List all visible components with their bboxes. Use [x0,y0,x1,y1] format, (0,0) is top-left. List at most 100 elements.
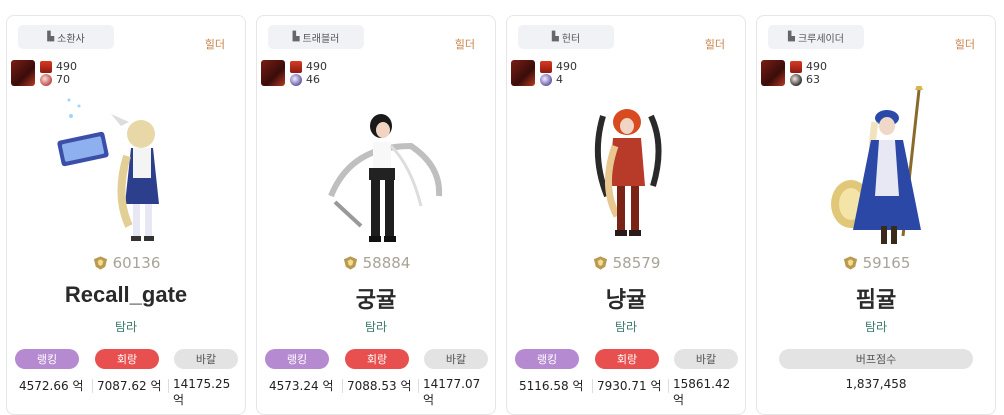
stat-secondary: 70 [56,73,70,86]
score-display: 60136 [7,254,245,272]
bakal-badge[interactable]: 바칼 [424,349,488,369]
role-label: 힐더 [704,38,725,51]
medal-icon [343,256,357,270]
job-icon: ▙ [47,32,55,42]
title-item-icon [790,61,802,73]
job-icon: ▙ [292,32,300,42]
stat-secondary: 4 [556,73,563,86]
role-label: 힐더 [204,38,225,51]
job-label: 헌터 [561,33,581,45]
bakal-value: 14177.07 억 [423,377,481,407]
bakal-badge[interactable]: 바칼 [174,349,238,369]
corridor-badge[interactable]: 회랑 [345,349,409,369]
job-label: 소환사 [57,33,85,45]
bakal-badge[interactable]: 바칼 [674,349,738,369]
score-display: 59165 [757,254,995,272]
buff-score-value: 1,837,458 [845,377,907,391]
traveler-sprite [328,114,443,242]
character-sprite [328,114,443,242]
medal-icon [843,256,857,270]
ranking-value: 4573.24 억 [269,379,334,393]
aura-item-icon [290,74,302,86]
ranking-badge[interactable]: 랭킹 [265,349,329,369]
divider [418,379,419,393]
metric-values: 4573.24 억 7088.53 억 14177.07 억 [267,377,495,407]
character-name: 냥귤 [605,287,647,312]
stat-primary: 490 [56,60,77,73]
metric-values: 1,837,458 [757,377,995,397]
character-name: Recall_gate [64,282,188,307]
aura-item-icon [40,74,52,86]
job-badge: ▙ 크루세이더 [768,25,864,49]
ranking-badge[interactable]: 랭킹 [515,349,579,369]
score-value: 58579 [612,254,661,272]
divider [342,379,343,393]
character-name: 궁귤 [355,287,397,312]
job-label: 크루세이더 [797,33,844,45]
hunter-sprite [594,109,662,236]
title-item-icon [540,61,552,73]
character-card[interactable]: ▙ 소환사 힐더 490 70 60136 Recall_gate 탐라 랭킹 … [6,15,246,415]
creature-avatar-icon [261,60,285,86]
score-display: 58884 [257,254,495,272]
stat-primary: 490 [806,60,827,73]
medal-icon [593,256,607,270]
server-name: 탐라 [614,320,638,334]
aura-item-icon [540,74,552,86]
score-value: 58884 [362,254,411,272]
aura-item-icon [790,74,802,86]
divider [668,379,669,393]
buff-score-badge[interactable]: 버프점수 [779,349,973,369]
metric-values: 5116.58 억 7930.71 억 15861.42 억 [517,377,745,407]
summoner-sprite [57,98,159,241]
title-item-icon [290,61,302,73]
title-item-icon [40,61,52,73]
corridor-badge[interactable]: 회랑 [595,349,659,369]
corridor-badge[interactable]: 회랑 [95,349,159,369]
job-badge: ▙ 소환사 [18,25,114,49]
server-name: 탐라 [114,320,138,334]
stat-secondary: 46 [306,73,320,86]
ranking-value: 4572.66 억 [19,379,84,393]
ranking-badge[interactable]: 랭킹 [15,349,79,369]
job-icon: ▙ [551,32,559,42]
score-value: 60136 [112,254,161,272]
score-display: 58579 [507,254,745,272]
stat-primary: 490 [306,60,327,73]
score-value: 59165 [862,254,911,272]
divider [592,379,593,393]
metric-tabs: 랭킹 회랑 바칼 [15,349,245,373]
job-badge: ▙ 트래블러 [268,25,364,49]
character-card-row: ▙ 소환사 힐더 490 70 60136 Recall_gate 탐라 랭킹 … [0,0,1004,415]
character-card[interactable]: ▙ 트래블러 힐더 490 46 58884 궁귤 탐라 랭킹 회랑 바칼 45… [256,15,496,415]
metric-tabs: 랭킹 회랑 바칼 [515,349,745,373]
divider [168,379,169,393]
bakal-value: 15861.42 억 [673,377,731,407]
role-label: 힐더 [954,38,975,51]
character-sprite [831,86,923,244]
divider [92,379,93,393]
server-name: 탐라 [864,320,888,334]
bakal-value: 14175.25 억 [173,377,231,407]
character-name: 핌귤 [855,287,897,312]
metric-tabs: 랭킹 회랑 바칼 [265,349,495,373]
creature-avatar-icon [511,60,535,86]
stat-secondary: 63 [806,73,820,86]
character-sprite [57,98,159,241]
ranking-value: 5116.58 억 [519,379,584,393]
job-label: 트래블러 [302,33,340,45]
role-label: 힐더 [454,38,475,51]
character-card[interactable]: ▙ 헌터 힐더 490 4 58579 냥귤 탐라 랭킹 회랑 바칼 5116.… [506,15,746,415]
crusader-sprite [831,86,923,244]
corridor-value: 7930.71 억 [597,379,662,393]
metric-values: 4572.66 억 7087.62 억 14175.25 억 [17,377,245,407]
creature-avatar-icon [11,60,35,86]
metric-tabs: 버프점수 [757,349,995,373]
character-sprite [594,109,662,236]
stat-primary: 490 [556,60,577,73]
corridor-value: 7087.62 억 [97,379,162,393]
creature-avatar-icon [761,60,785,86]
job-badge: ▙ 헌터 [518,25,614,49]
medal-icon [93,256,107,270]
character-card[interactable]: ▙ 크루세이더 힐더 490 63 59165 핌귤 탐라 버프점수 1,837… [756,15,996,415]
